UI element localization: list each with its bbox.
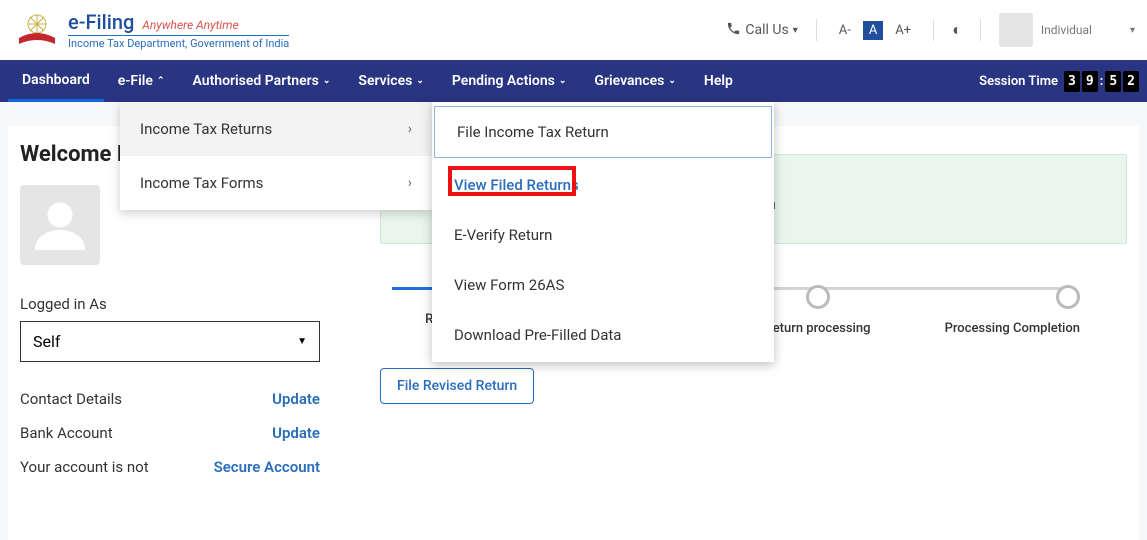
session-min-tens: 3 <box>1064 71 1080 92</box>
nav-dashboard-label: Dashboard <box>22 72 90 88</box>
submenu-label: View Form 26AS <box>454 276 564 294</box>
step-processing-label: Return processing <box>765 321 871 336</box>
font-increase-button[interactable]: A+ <box>891 21 915 40</box>
call-us-label: Call Us <box>745 22 788 38</box>
triangle-down-icon: ▼ <box>297 336 307 347</box>
submenu-label: View Filed Returns <box>454 176 579 194</box>
account-secure-label: Your account is not <box>20 458 149 476</box>
session-timer: Session Time 3 9 : 5 2 <box>979 71 1139 92</box>
step-completion-label: Processing Completion <box>945 321 1080 336</box>
logged-in-as-value: Self <box>33 332 60 351</box>
contact-details-label: Contact Details <box>20 390 122 408</box>
call-us-dropdown[interactable]: Call Us ▾ <box>726 21 797 40</box>
brand-subtitle: Income Tax Department, Government of Ind… <box>68 35 289 50</box>
brand-block: e-Filing Anywhere Anytime Income Tax Dep… <box>12 5 289 55</box>
profile-avatar-placeholder <box>20 185 100 265</box>
user-avatar-icon <box>999 13 1033 47</box>
chevron-down-icon: ⌄ <box>416 76 424 86</box>
font-decrease-button[interactable]: A- <box>835 21 855 40</box>
efile-submenu-label: Income Tax Forms <box>140 174 263 192</box>
submenu-view-form-26as[interactable]: View Form 26AS <box>432 260 774 310</box>
chevron-right-icon: › <box>408 121 412 137</box>
chevron-down-icon: ▾ <box>1130 25 1135 36</box>
session-sec-tens: 5 <box>1105 71 1121 92</box>
submenu-label: File Income Tax Return <box>457 123 609 141</box>
nav-dashboard[interactable]: Dashboard <box>8 60 104 102</box>
divider <box>816 19 817 41</box>
efile-submenu-income-tax-returns[interactable]: Income Tax Returns › <box>120 102 432 156</box>
nav-grievances[interactable]: Grievances ⌄ <box>580 60 690 102</box>
nav-authorised-label: Authorised Partners <box>192 73 318 89</box>
nav-help-label: Help <box>704 73 733 89</box>
brand-main: e-Filing <box>68 10 134 34</box>
submenu-file-income-tax-return[interactable]: File Income Tax Return <box>434 106 772 158</box>
phone-icon <box>726 21 741 40</box>
nav-pending-actions[interactable]: Pending Actions ⌄ <box>438 60 581 102</box>
step-processing-icon <box>806 285 830 309</box>
session-min-ones: 9 <box>1082 71 1098 92</box>
session-sec-ones: 2 <box>1123 71 1139 92</box>
contact-details-update-link[interactable]: Update <box>272 390 320 408</box>
nav-grievances-label: Grievances <box>594 73 664 89</box>
submenu-download-prefilled[interactable]: Download Pre-Filled Data <box>432 310 774 360</box>
file-revised-return-button[interactable]: File Revised Return <box>380 368 534 404</box>
chevron-down-icon: ⌄ <box>559 76 567 86</box>
chevron-up-icon: ⌃ <box>157 76 165 86</box>
brand-tagline: Anywhere Anytime <box>142 18 238 32</box>
logged-in-as-select[interactable]: Self ▼ <box>20 321 320 362</box>
nav-help[interactable]: Help <box>690 60 747 102</box>
nav-authorised-partners[interactable]: Authorised Partners ⌄ <box>178 60 344 102</box>
font-size-controls: A- A A+ <box>835 21 915 40</box>
chevron-down-icon: ⌄ <box>323 76 331 86</box>
logged-in-as-label: Logged in As <box>20 295 340 313</box>
submenu-view-filed-returns[interactable]: View Filed Returns <box>432 160 774 210</box>
submenu-everify-return[interactable]: E-Verify Return <box>432 210 774 260</box>
chevron-right-icon: › <box>408 175 412 191</box>
app-header: e-Filing Anywhere Anytime Income Tax Dep… <box>0 0 1147 60</box>
user-type-label: Individual <box>1041 23 1092 37</box>
main-nav: Dashboard e-File ⌃ Authorised Partners ⌄ S… <box>0 60 1147 102</box>
submenu-label: E-Verify Return <box>454 226 552 244</box>
chevron-down-icon: ⌄ <box>668 76 676 86</box>
efile-submenu-label: Income Tax Returns <box>140 120 272 138</box>
bank-account-label: Bank Account <box>20 424 113 442</box>
step-completion-icon <box>1056 285 1080 309</box>
gov-emblem-icon <box>12 5 62 55</box>
colon: : <box>1100 74 1104 89</box>
nav-pending-label: Pending Actions <box>452 73 555 89</box>
user-menu[interactable]: Individual ▾ <box>999 13 1135 47</box>
font-normal-button[interactable]: A <box>863 21 883 40</box>
efile-submenu: Income Tax Returns › Income Tax Forms › <box>120 102 432 210</box>
income-tax-returns-submenu: File Income Tax Return View Filed Return… <box>432 102 774 362</box>
divider <box>933 19 934 41</box>
submenu-label: Download Pre-Filled Data <box>454 326 621 344</box>
secure-account-link[interactable]: Secure Account <box>214 458 320 476</box>
nav-efile[interactable]: e-File ⌃ <box>104 60 179 102</box>
bank-account-update-link[interactable]: Update <box>272 424 320 442</box>
efile-submenu-income-tax-forms[interactable]: Income Tax Forms › <box>120 156 432 210</box>
nav-services-label: Services <box>358 73 412 89</box>
chevron-down-icon: ▾ <box>793 25 798 36</box>
divider <box>980 19 981 41</box>
contrast-toggle-icon[interactable]: ◐ <box>952 20 962 40</box>
session-label: Session Time <box>979 74 1058 89</box>
nav-services[interactable]: Services ⌄ <box>344 60 437 102</box>
nav-efile-label: e-File <box>118 73 153 89</box>
